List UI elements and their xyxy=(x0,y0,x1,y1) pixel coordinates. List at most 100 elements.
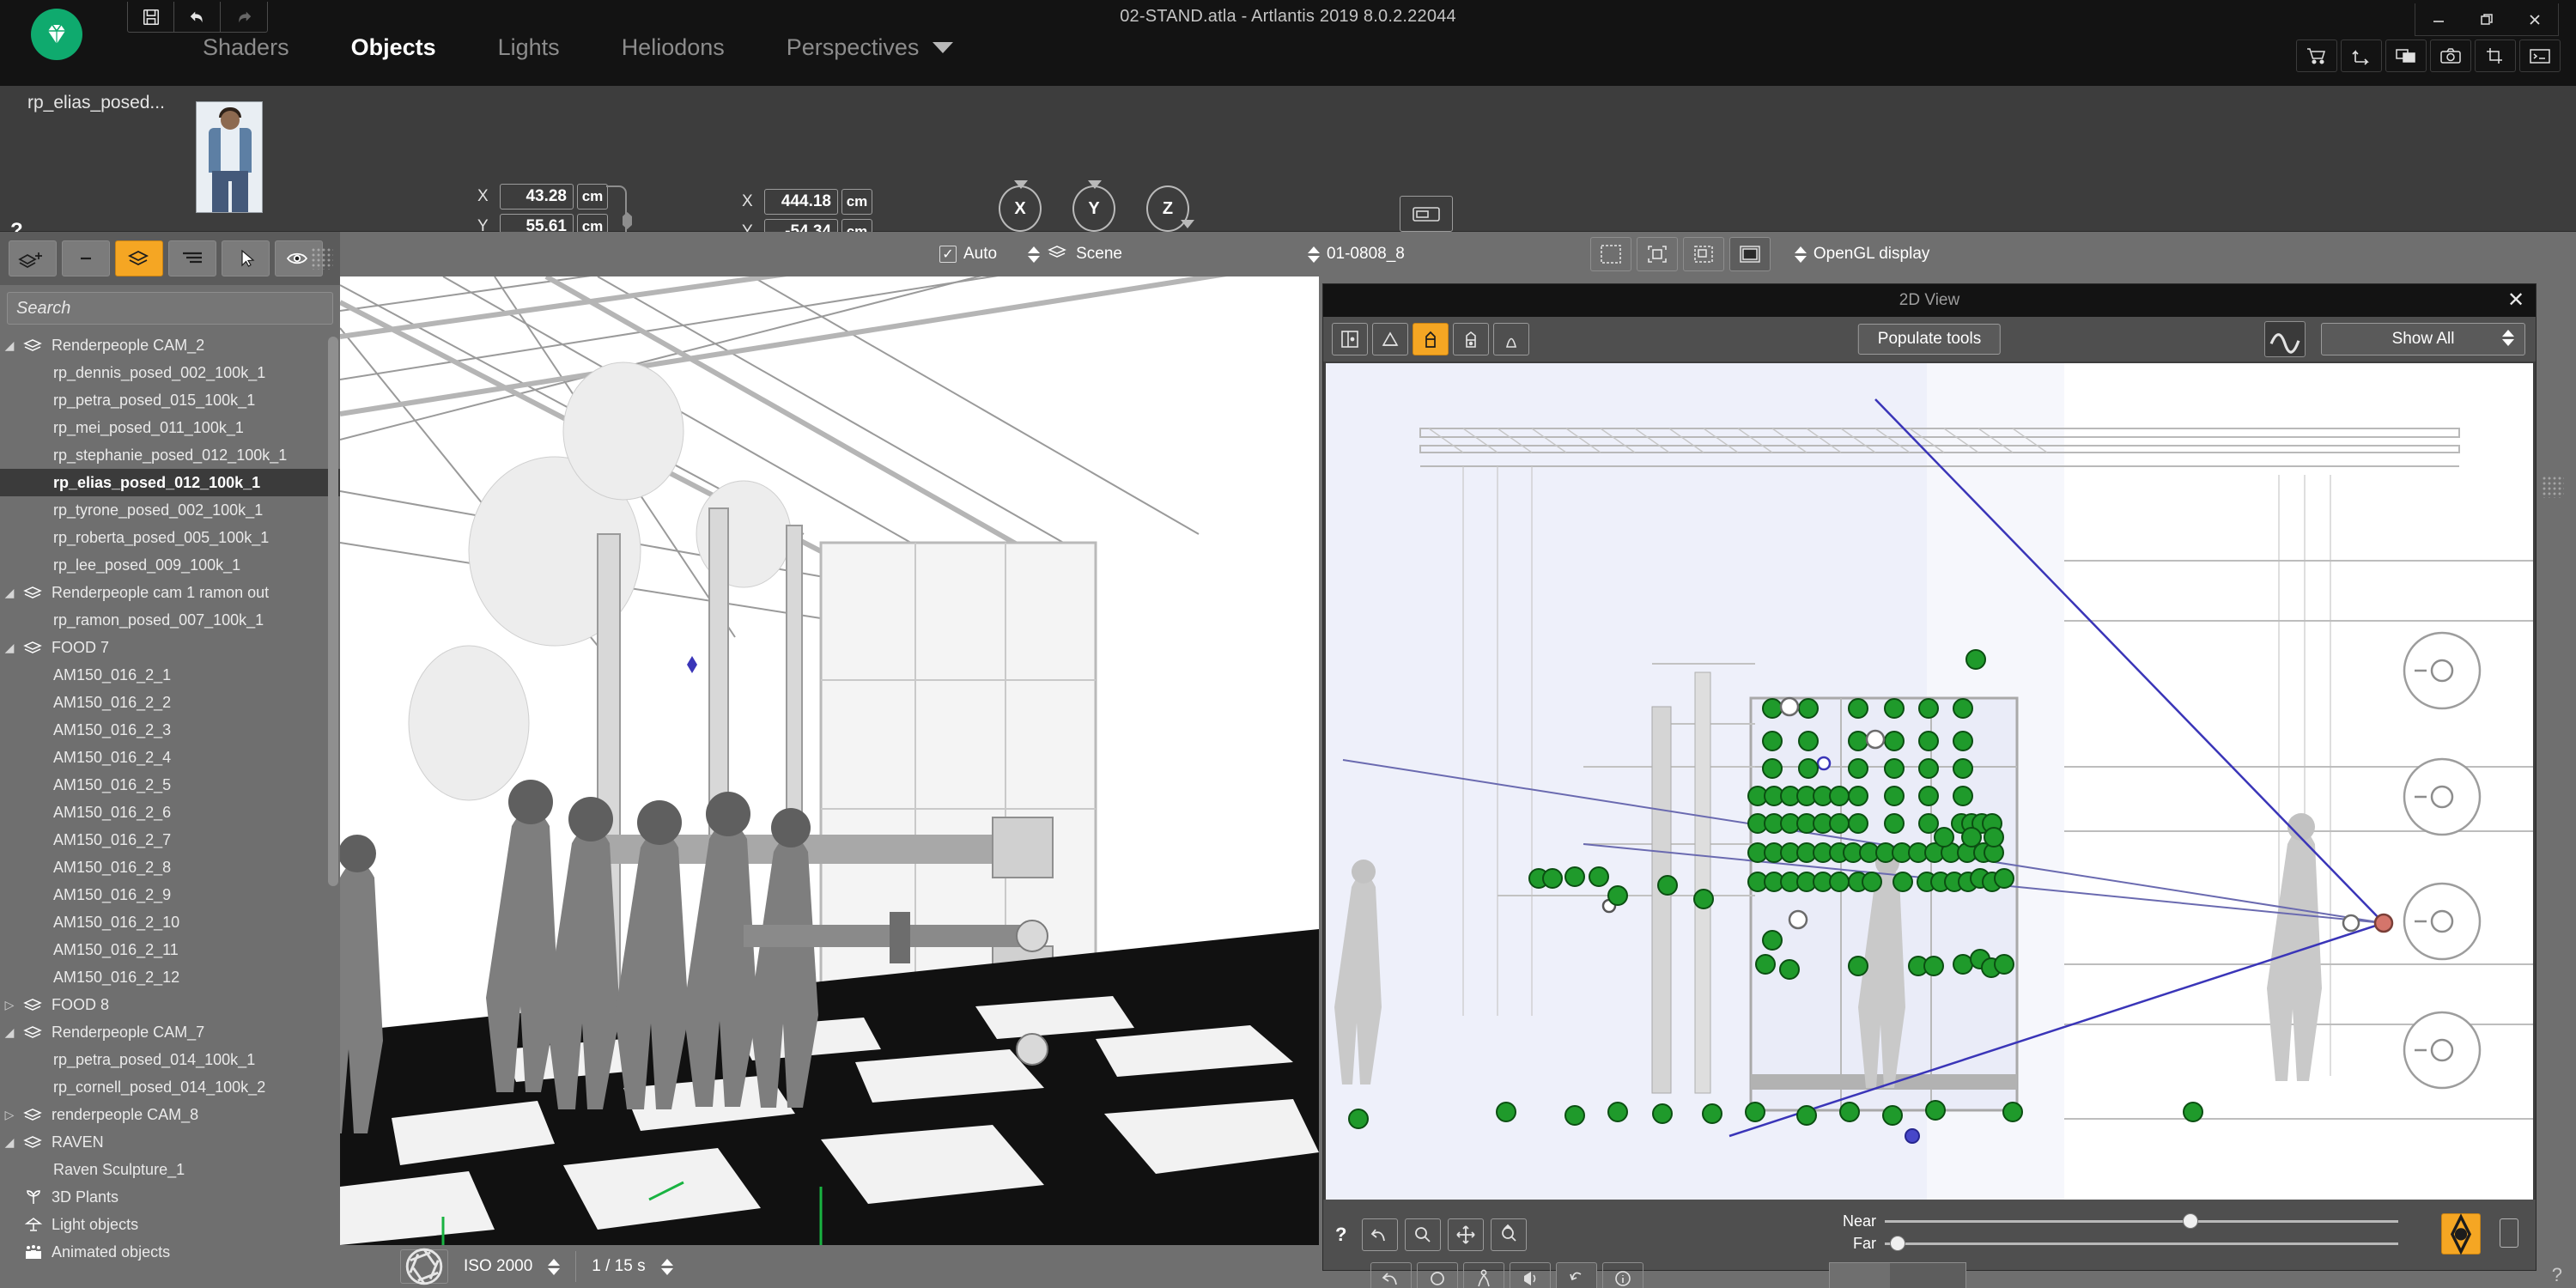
tab-heliodons[interactable]: Heliodons xyxy=(591,26,756,76)
expand-view-button[interactable] xyxy=(1636,237,1678,271)
heliodon-path-button[interactable] xyxy=(2264,321,2306,357)
walk-button[interactable] xyxy=(1463,1262,1504,1288)
position-x-input[interactable]: 444.18 xyxy=(764,188,838,215)
clipping-plane-toggle[interactable] xyxy=(2441,1212,2481,1255)
tree-item[interactable]: AM150_016_2_6 xyxy=(0,799,340,826)
share-arrow-icon[interactable] xyxy=(2341,39,2382,72)
render-preview-button[interactable] xyxy=(1728,237,1771,271)
tree-item[interactable]: AM150_016_2_2 xyxy=(0,689,340,716)
zoom-extents-button[interactable] xyxy=(1491,1218,1528,1251)
tree-item[interactable]: rp_lee_posed_009_100k_1 xyxy=(0,551,340,579)
object-tree[interactable]: ◢ Renderpeople CAM_2 rp_dennis_posed_002_1… xyxy=(0,331,340,1288)
show-all-filter-select[interactable]: Show All xyxy=(2321,323,2525,355)
shot-spinner-icon[interactable] xyxy=(1307,246,1320,263)
shutter-spinner-icon[interactable] xyxy=(660,1258,673,1275)
tree-item[interactable]: ◢ Renderpeople cam 1 ramon out xyxy=(0,579,340,606)
2d-view-help-label[interactable]: ? xyxy=(1335,1224,1346,1246)
pointer-select-button[interactable] xyxy=(222,240,270,276)
elevation-view-button[interactable] xyxy=(1493,323,1529,355)
reset-button[interactable] xyxy=(1556,1262,1597,1288)
tree-item[interactable]: AM150_016_2_3 xyxy=(0,716,340,744)
populate-tools-button[interactable]: Populate tools xyxy=(1857,324,2002,355)
aperture-icon[interactable] xyxy=(400,1248,448,1285)
tree-item[interactable]: AM150_016_2_7 xyxy=(0,826,340,854)
tree-item[interactable]: 3D Plants xyxy=(0,1183,340,1211)
tree-item[interactable]: rp_roberta_posed_005_100k_1 xyxy=(0,524,340,551)
tree-item[interactable]: rp_stephanie_posed_012_100k_1 xyxy=(0,441,340,469)
iso-spinner-icon[interactable] xyxy=(548,1258,561,1275)
bottom-help-label[interactable]: ? xyxy=(2552,1264,2562,1286)
far-slider-knob[interactable] xyxy=(1889,1235,1905,1251)
twisty-open-icon[interactable]: ◢ xyxy=(0,586,19,600)
tree-item[interactable]: AM150_016_2_10 xyxy=(0,908,340,936)
tree-item[interactable]: AM150_016_2_5 xyxy=(0,771,340,799)
far-slider-track[interactable] xyxy=(1885,1235,2398,1251)
crop-icon[interactable] xyxy=(2475,39,2516,72)
info-button[interactable] xyxy=(1602,1262,1643,1288)
remove-layer-button[interactable] xyxy=(62,240,110,276)
tree-item[interactable]: AM150_016_2_12 xyxy=(0,963,340,991)
tree-scrollbar[interactable] xyxy=(328,337,338,886)
tab-objects[interactable]: Objects xyxy=(320,26,467,76)
twisty-open-icon[interactable]: ◢ xyxy=(0,338,19,353)
tree-item[interactable]: ◢ RAVEN xyxy=(0,1128,340,1156)
position-x-unit[interactable]: cm xyxy=(841,188,872,215)
rotation-dial-x[interactable]: X xyxy=(995,180,1045,234)
orbit-button[interactable] xyxy=(1417,1262,1458,1288)
console-icon[interactable] xyxy=(2519,39,2561,72)
light-button[interactable] xyxy=(1510,1262,1551,1288)
list-button[interactable] xyxy=(168,240,216,276)
tree-item[interactable]: Raven Sculpture_1 xyxy=(0,1156,340,1183)
camera-icon[interactable] xyxy=(2430,39,2471,72)
side-view-button[interactable] xyxy=(1453,323,1489,355)
tree-item[interactable]: rp_elias_posed_012_100k_1 xyxy=(0,469,340,496)
preview-swatch[interactable] xyxy=(1829,1262,1966,1288)
auto-checkbox[interactable]: ✓ xyxy=(939,246,957,263)
rotation-dial-z[interactable]: Z xyxy=(1143,180,1194,234)
minimize-button[interactable] xyxy=(2415,3,2462,35)
tree-item[interactable]: Animated objects xyxy=(0,1238,340,1266)
twisty-open-icon[interactable]: ◢ xyxy=(0,641,19,655)
restore-button[interactable] xyxy=(2464,3,2510,35)
chevron-down-icon[interactable] xyxy=(933,42,954,53)
tree-item[interactable]: ▷ renderpeople CAM_8 xyxy=(0,1101,340,1128)
add-layer-button[interactable] xyxy=(9,240,57,276)
tree-item[interactable]: ◢ Renderpeople CAM_7 xyxy=(0,1018,340,1046)
zoom-button[interactable] xyxy=(1405,1218,1442,1251)
show-all-spinner-icon[interactable] xyxy=(2502,330,2514,346)
twisty-open-icon[interactable]: ◢ xyxy=(0,1135,19,1150)
twisty-closed-icon[interactable]: ▷ xyxy=(0,998,19,1012)
clipping-reset-button[interactable] xyxy=(2500,1218,2518,1248)
tree-item[interactable]: rp_dennis_posed_002_100k_1 xyxy=(0,359,340,386)
fit-window-button[interactable] xyxy=(1589,237,1631,271)
rotation-dial-y[interactable]: Y xyxy=(1069,180,1119,234)
tab-shaders[interactable]: Shaders xyxy=(172,26,320,76)
pan-button[interactable] xyxy=(1448,1218,1485,1251)
tree-item[interactable]: AM150_016_2_1 xyxy=(0,661,340,689)
crop-frame-button[interactable] xyxy=(1682,237,1724,271)
top-view-button[interactable] xyxy=(1372,323,1408,355)
tree-item[interactable]: ◢ FOOD 7 xyxy=(0,634,340,661)
layers-button[interactable] xyxy=(115,240,163,276)
tree-item[interactable]: rp_petra_posed_015_100k_1 xyxy=(0,386,340,414)
tree-item[interactable]: AM150_016_2_8 xyxy=(0,854,340,881)
tree-item[interactable]: rp_ramon_posed_007_100k_1 xyxy=(0,606,340,634)
windows-icon[interactable] xyxy=(2385,39,2427,72)
tree-item[interactable]: rp_mei_posed_011_100k_1 xyxy=(0,414,340,441)
tree-item[interactable]: rp_petra_posed_014_100k_1 xyxy=(0,1046,340,1073)
tree-item[interactable]: Light objects xyxy=(0,1211,340,1238)
close-button[interactable] xyxy=(2512,3,2558,35)
dimensions-x-unit[interactable]: cm xyxy=(577,183,608,210)
front-view-button[interactable] xyxy=(1413,323,1449,355)
animation-keyframe-button[interactable] xyxy=(1400,196,1453,232)
tree-item[interactable]: ▷ FOOD 8 xyxy=(0,991,340,1018)
2d-plan-canvas[interactable] xyxy=(1326,363,2533,1200)
display-spinner-icon[interactable] xyxy=(1794,246,1807,263)
scene-spinner-icon[interactable] xyxy=(1028,246,1041,263)
tree-item[interactable]: AM150_016_2_9 xyxy=(0,881,340,908)
3d-viewport[interactable] xyxy=(340,276,1319,1245)
near-slider-knob[interactable] xyxy=(2182,1212,2198,1229)
tree-item[interactable]: ◢ Renderpeople CAM_2 xyxy=(0,331,340,359)
tab-perspectives[interactable]: Perspectives xyxy=(756,26,985,76)
shot-selector[interactable]: 01-0808_8 xyxy=(1307,245,1405,264)
